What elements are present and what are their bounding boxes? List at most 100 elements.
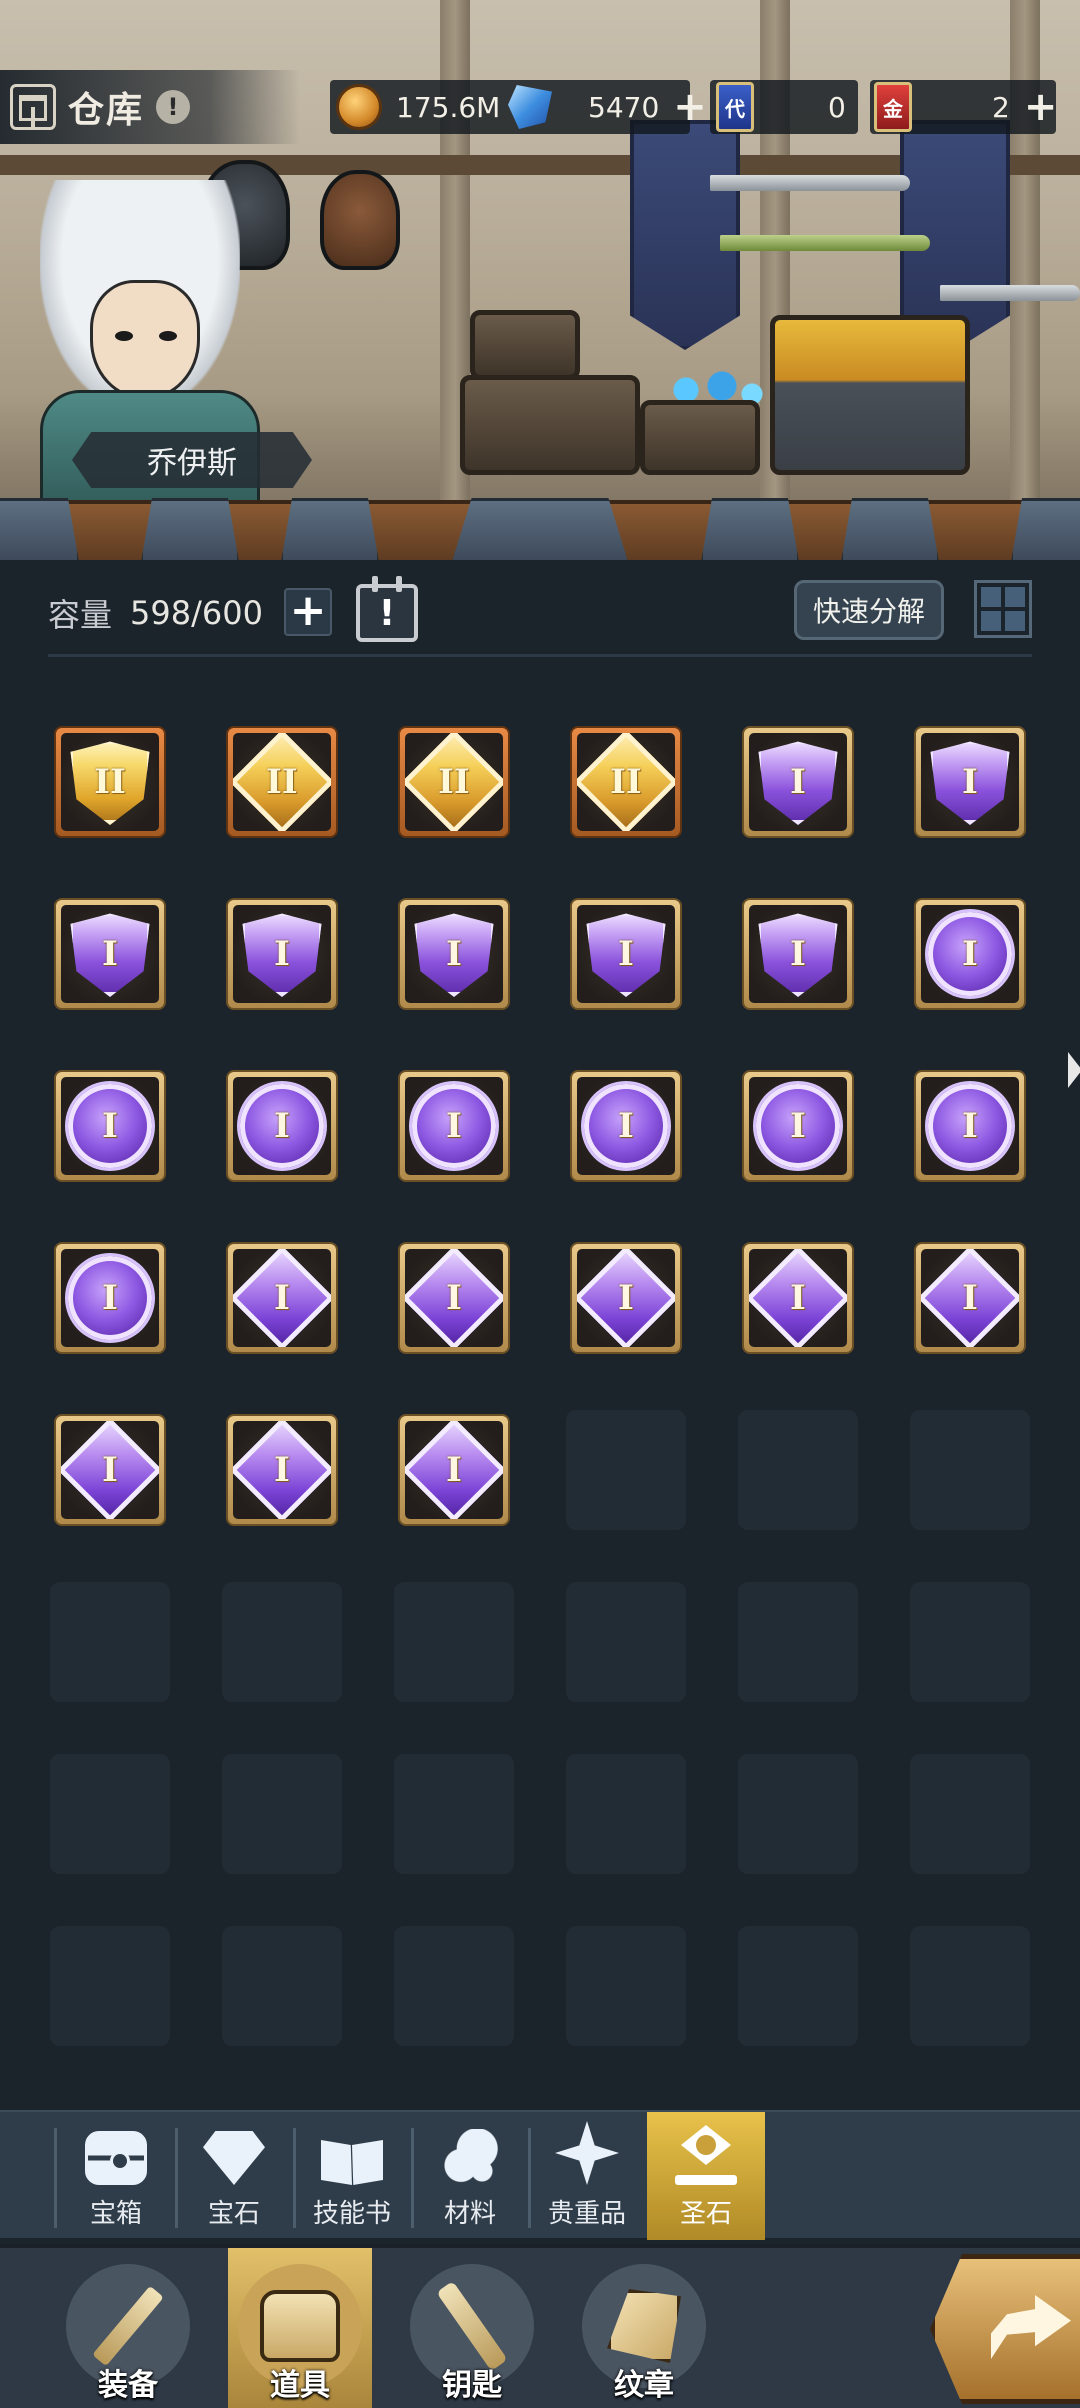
- info-icon[interactable]: !: [156, 90, 191, 124]
- tier-numeral: I: [962, 1278, 978, 1318]
- tab-label: 宝箱: [89, 2199, 142, 2229]
- counter-post: [280, 498, 380, 560]
- star-icon: [555, 2121, 619, 2185]
- inventory-item[interactable]: I: [54, 1414, 166, 1526]
- tier-numeral: II: [94, 762, 126, 802]
- holy-stone-icon: [673, 2123, 739, 2185]
- red-card-add-button[interactable]: +: [1024, 87, 1058, 127]
- grid-view-icon[interactable]: [974, 580, 1032, 638]
- inventory-item[interactable]: I: [54, 1242, 166, 1354]
- tab-valuable[interactable]: 贵重品: [528, 2112, 646, 2240]
- inventory-item[interactable]: I: [54, 898, 166, 1010]
- tab-label: 贵重品: [547, 2199, 626, 2229]
- item-frame: I: [405, 1077, 503, 1175]
- inventory-item[interactable]: I: [914, 898, 1026, 1010]
- inventory-item[interactable]: I: [226, 1070, 338, 1182]
- inventory-item[interactable]: I: [226, 898, 338, 1010]
- blue-card-icon: 代: [716, 82, 754, 132]
- inventory-item[interactable]: I: [54, 1070, 166, 1182]
- item-frame: I: [233, 1249, 331, 1347]
- inventory-item[interactable]: I: [742, 1242, 854, 1354]
- gold-shield-holy-stone-icon: II: [70, 741, 150, 825]
- inventory-item[interactable]: I: [914, 726, 1026, 838]
- tab-gem[interactable]: 宝石: [175, 2112, 293, 2240]
- blue-crystal-icon: [508, 85, 552, 129]
- red-card-icon: 金: [874, 82, 912, 132]
- hero-name-tag[interactable]: 乔伊斯: [72, 432, 312, 488]
- inventory-item[interactable]: II: [226, 726, 338, 838]
- home-icon[interactable]: [10, 84, 56, 130]
- tier-numeral: I: [962, 762, 978, 802]
- empty-slot: [222, 1926, 342, 2046]
- inventory-item[interactable]: I: [914, 1070, 1026, 1182]
- inventory-item[interactable]: I: [398, 1242, 510, 1354]
- tier-numeral: I: [790, 762, 806, 802]
- capacity-row: 容量 598/600 + ! 快速分解: [0, 570, 1080, 660]
- inventory-item[interactable]: I: [742, 726, 854, 838]
- item-frame: I: [921, 733, 1019, 831]
- inventory-item[interactable]: I: [570, 1242, 682, 1354]
- tab-skillbook[interactable]: 技能书: [293, 2112, 411, 2240]
- crystal-add-button[interactable]: +: [673, 87, 707, 127]
- quick-decompose-button[interactable]: 快速分解: [794, 580, 944, 640]
- counter-post: [700, 498, 800, 560]
- tab-label: 圣石: [679, 2199, 732, 2229]
- nav-equipment[interactable]: 装备: [56, 2248, 200, 2408]
- warehouse-screen: { "header": { "title": "仓库", "title_icon…: [0, 0, 1080, 2408]
- inventory-item[interactable]: I: [570, 898, 682, 1010]
- inventory-item[interactable]: I: [742, 1070, 854, 1182]
- inventory-item[interactable]: I: [398, 1414, 510, 1526]
- empty-slot: [910, 1754, 1030, 1874]
- purple-circle-holy-stone-icon: I: [412, 1084, 496, 1168]
- counter-post: [450, 498, 630, 560]
- inventory-item[interactable]: I: [398, 898, 510, 1010]
- nav-emblems[interactable]: 纹章: [572, 2248, 716, 2408]
- tier-numeral: I: [274, 1278, 290, 1318]
- side-arrow-icon[interactable]: [1068, 1052, 1080, 1088]
- tab-label: 技能书: [312, 2199, 391, 2229]
- counter-post: [1010, 498, 1080, 560]
- sword-decor: [720, 235, 930, 251]
- gold-resource: 175.6M: [336, 80, 500, 134]
- inventory-item[interactable]: I: [226, 1414, 338, 1526]
- item-frame: I: [921, 905, 1019, 1003]
- nav-label: 钥匙: [442, 2368, 502, 2403]
- item-frame: I: [61, 1421, 159, 1519]
- nav-items[interactable]: 道具: [228, 2248, 372, 2408]
- bag-icon: [260, 2290, 340, 2362]
- empty-slot: [566, 1754, 686, 1874]
- inventory-item[interactable]: II: [398, 726, 510, 838]
- inventory-item[interactable]: I: [914, 1242, 1026, 1354]
- gold-diamond-holy-stone-icon: II: [233, 733, 331, 831]
- counter-bar: [0, 498, 1080, 560]
- small-chest: [470, 310, 580, 380]
- empty-slot: [566, 1926, 686, 2046]
- page-title: 仓库: [68, 90, 145, 131]
- tab-holystone[interactable]: 圣石: [647, 2112, 765, 2240]
- nav-label: 道具: [270, 2368, 330, 2403]
- bottom-nav: 装备 道具 钥匙 纹章: [0, 2244, 1080, 2408]
- purple-diamond-holy-stone-icon: I: [233, 1249, 331, 1347]
- empty-slot: [50, 1926, 170, 2046]
- inventory-item[interactable]: II: [570, 726, 682, 838]
- purple-diamond-holy-stone-icon: I: [233, 1421, 331, 1519]
- inventory-item[interactable]: I: [570, 1070, 682, 1182]
- item-frame: I: [61, 1077, 159, 1175]
- inventory-item[interactable]: I: [398, 1070, 510, 1182]
- quick-decompose-label: 快速分解: [812, 595, 925, 628]
- inventory-item[interactable]: I: [226, 1242, 338, 1354]
- expand-capacity-button[interactable]: +: [284, 588, 332, 636]
- tier-numeral: I: [274, 1450, 290, 1490]
- tab-chest[interactable]: 宝箱: [57, 2112, 175, 2240]
- share-button[interactable]: [930, 2254, 1080, 2404]
- item-frame: I: [233, 1421, 331, 1519]
- tier-numeral: I: [446, 1278, 462, 1318]
- inventory-item[interactable]: II: [54, 726, 166, 838]
- tab-material[interactable]: 材料: [411, 2112, 529, 2240]
- red-card-resource: 金 2 +: [874, 80, 1057, 134]
- calendar-alert-icon[interactable]: !: [356, 576, 418, 642]
- treasure-chest: [770, 315, 970, 475]
- inventory-item[interactable]: I: [742, 898, 854, 1010]
- item-frame: I: [405, 905, 503, 1003]
- nav-keys[interactable]: 钥匙: [400, 2248, 544, 2408]
